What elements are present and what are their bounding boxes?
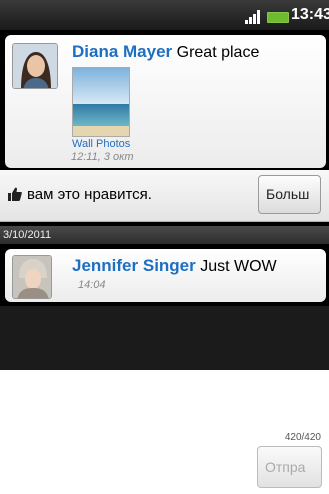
- signal-icon: [245, 10, 263, 24]
- post-message: Great place: [176, 44, 260, 61]
- like-status-text: вам это нравится.: [27, 186, 152, 203]
- post-timestamp: 14:04: [78, 279, 106, 291]
- status-bar: 13:43: [0, 0, 329, 30]
- status-clock: 13:43: [291, 6, 329, 23]
- battery-icon: [267, 12, 289, 23]
- post-message: Just WOW: [200, 258, 277, 275]
- post-author[interactable]: Jennifer Singer: [72, 256, 196, 275]
- post-timestamp: 12:11, 3 окт: [71, 151, 134, 163]
- thumbs-up-icon: [8, 187, 22, 201]
- character-counter: 420/420: [284, 432, 321, 443]
- post-text-line: Jennifer Singer Just WOW: [72, 255, 277, 278]
- avatar[interactable]: [12, 43, 58, 89]
- send-button[interactable]: Отпра: [257, 446, 322, 488]
- compose-input[interactable]: [8, 372, 256, 490]
- feed-empty-space: [0, 306, 329, 370]
- photo-thumbnail[interactable]: [72, 67, 130, 137]
- avatar[interactable]: [12, 255, 52, 299]
- post-card[interactable]: Jennifer Singer Just WOW 14:04: [5, 249, 326, 302]
- post-card[interactable]: Diana Mayer Great place: [5, 35, 326, 168]
- compose-panel: 420/420 Отпра: [0, 370, 329, 494]
- more-button[interactable]: Больш: [258, 175, 321, 214]
- post-text-line: Diana Mayer Great place: [72, 41, 322, 64]
- date-separator: 3/10/2011: [0, 226, 329, 244]
- like-bar: вам это нравится. Больш: [0, 170, 329, 222]
- wall-photos-link[interactable]: Wall Photos: [72, 138, 130, 150]
- post-author[interactable]: Diana Mayer: [72, 42, 172, 61]
